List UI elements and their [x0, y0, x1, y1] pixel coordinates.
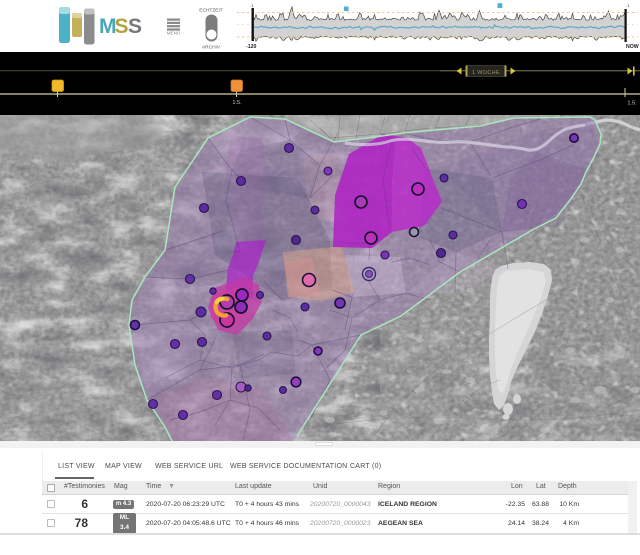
svg-text:ARCHIV: ARCHIV	[202, 45, 221, 51]
svg-text:S: S	[128, 15, 142, 38]
svg-text:1: 1	[251, 3, 254, 9]
svg-text:S: S	[115, 15, 129, 38]
svg-text:1.5.: 1.5.	[232, 100, 242, 106]
svg-text:ECHTZEIT: ECHTZEIT	[199, 8, 223, 14]
svg-text:-120: -120	[246, 44, 256, 50]
svg-text:NOW: NOW	[626, 44, 639, 50]
svg-text:M: M	[99, 15, 116, 38]
svg-text:1.5.: 1.5.	[627, 101, 637, 107]
svg-text:1: 1	[627, 3, 630, 9]
svg-text:MENÜ: MENÜ	[167, 30, 181, 36]
svg-text:1 WOCHE: 1 WOCHE	[472, 70, 500, 76]
